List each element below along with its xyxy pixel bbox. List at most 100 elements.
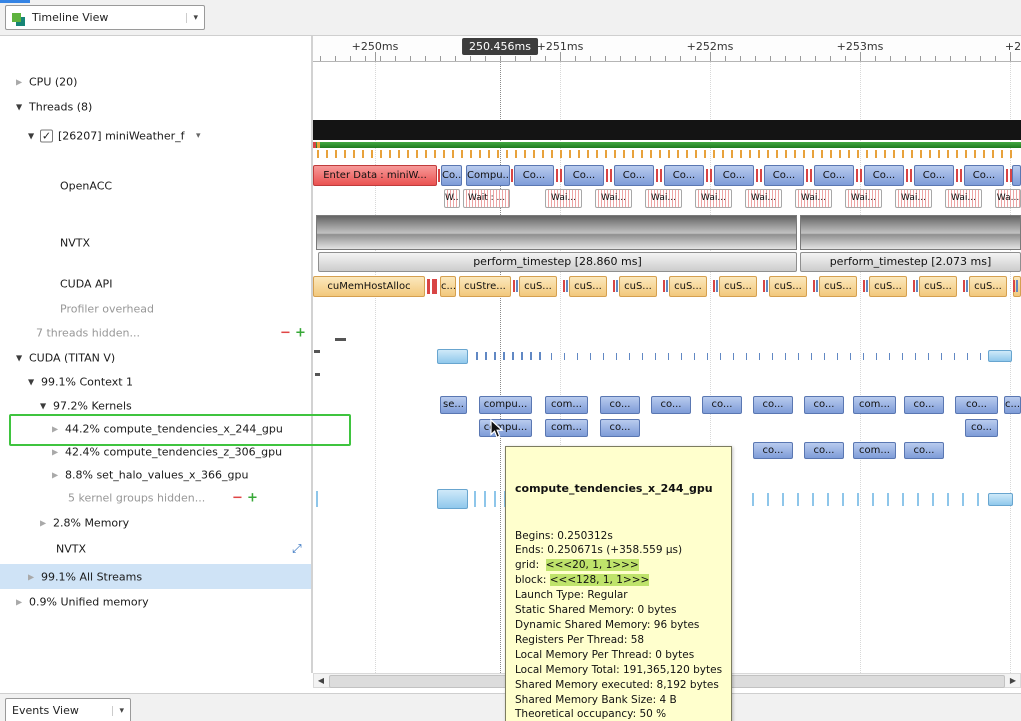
cus-bar[interactable]: cuS...	[719, 276, 757, 297]
cus-bar[interactable]: cuS...	[569, 276, 607, 297]
sidebar-item-2-8-memory[interactable]: ▶2.8% Memory	[0, 510, 313, 535]
sidebar-item-openacc[interactable]: OpenACC	[0, 158, 313, 214]
timeline-ruler[interactable]: +250ms+251ms+252ms+253ms+2250.456ms	[313, 36, 1021, 62]
twisty-expanded-icon[interactable]: ▼	[16, 103, 22, 112]
sidebar-item-5-kernel-groups-hidden[interactable]: 5 kernel groups hidden...−+	[0, 486, 313, 509]
twisty-collapsed-icon[interactable]: ▶	[16, 78, 22, 87]
com-bar[interactable]: com...	[545, 396, 588, 414]
wai-bar[interactable]: Wai...	[945, 189, 982, 208]
sidebar-item-8-8-set-halo-values-x-366-gpu[interactable]: ▶8.8% set_halo_values_x_366_gpu	[0, 463, 313, 486]
sidebar-item-26207-miniweather-f[interactable]: ▼✓[26207] miniWeather_f▾	[0, 122, 313, 150]
wai-bar[interactable]: Wai...	[645, 189, 682, 208]
cus-bar[interactable]: cuS...	[819, 276, 857, 297]
co-bar[interactable]: co...	[753, 442, 793, 459]
sidebar-item-profiler-overhead[interactable]: Profiler overhead	[0, 297, 313, 321]
view-selector-dropdown[interactable]: Timeline View ▾	[5, 5, 205, 30]
twisty-collapsed-icon[interactable]: ▶	[28, 572, 34, 581]
co-bar[interactable]: Co...	[714, 165, 754, 186]
wai-bar[interactable]: Wai...	[895, 189, 932, 208]
custre-bar[interactable]: cuStre...	[459, 276, 511, 297]
current-time-marker[interactable]: 250.456ms	[462, 38, 538, 55]
blue-mark[interactable]	[1012, 165, 1021, 186]
sidebar-item-99-1-all-streams[interactable]: ▶99.1% All Streams	[0, 564, 313, 589]
show-more-icon[interactable]: +	[247, 490, 258, 505]
scroll-left-icon[interactable]: ◀	[314, 674, 328, 687]
cus-bar[interactable]: cuS...	[619, 276, 657, 297]
twisty-expanded-icon[interactable]: ▼	[28, 378, 34, 387]
chevron-down-icon[interactable]: ▾	[112, 706, 124, 716]
co-bar[interactable]: Co...	[664, 165, 704, 186]
wai-bar[interactable]: Wai...	[545, 189, 582, 208]
sidebar-item-cuda-titan-v[interactable]: ▼CUDA (TITAN V)	[0, 346, 313, 370]
sidebar-item-cuda-api[interactable]: CUDA API	[0, 271, 313, 297]
chevron-down-icon[interactable]: ▾	[186, 13, 198, 23]
co-bar[interactable]: co...	[702, 396, 742, 414]
twisty-collapsed-icon[interactable]: ▶	[52, 447, 58, 456]
twisty-collapsed-icon[interactable]: ▶	[40, 518, 46, 527]
twisty-expanded-icon[interactable]: ▼	[28, 132, 34, 141]
co-bar[interactable]: Co...	[764, 165, 804, 186]
sidebar-item-99-1-context-1[interactable]: ▼99.1% Context 1	[0, 370, 313, 394]
wai-bar[interactable]: Wai...	[595, 189, 632, 208]
co-bar[interactable]: co...	[804, 442, 844, 459]
twisty-expanded-icon[interactable]: ▼	[40, 401, 46, 410]
com-bar[interactable]: com...	[853, 442, 896, 459]
cus-bar[interactable]: cuS...	[919, 276, 957, 297]
mem-mark[interactable]	[988, 350, 1012, 362]
co-bar[interactable]: Co...	[914, 165, 954, 186]
co-bar[interactable]: Co...	[441, 165, 462, 186]
co-bar[interactable]: co...	[904, 442, 944, 459]
com-bar[interactable]: com...	[545, 419, 588, 437]
sidebar-item-cpu-20[interactable]: ▶CPU (20)	[0, 70, 313, 94]
nvtxc-mark[interactable]	[800, 215, 1021, 250]
green-mark[interactable]	[313, 142, 1021, 148]
cus-bar[interactable]: cuS...	[669, 276, 707, 297]
com-bar[interactable]: com...	[853, 396, 896, 414]
co-bar[interactable]: co...	[600, 419, 640, 437]
scroll-right-icon[interactable]: ▶	[1006, 674, 1020, 687]
sidebar-item-7-threads-hidden[interactable]: 7 threads hidden...−+	[0, 321, 313, 345]
perform-timestep-28-860-ms-bar[interactable]: perform_timestep [28.860 ms]	[318, 252, 797, 272]
events-view-dropdown[interactable]: Events View ▾	[5, 698, 131, 721]
black-mark[interactable]	[313, 120, 1021, 140]
compu-bar[interactable]: compu...	[479, 396, 532, 414]
co-bar[interactable]: Co...	[514, 165, 554, 186]
sidebar-item-nvtx[interactable]: NVTX	[0, 214, 313, 271]
compu-bar[interactable]: Compu...	[466, 165, 510, 186]
wait-bar[interactable]: Wait : ...	[463, 189, 510, 208]
c-bar[interactable]: c...	[440, 276, 456, 297]
twisty-collapsed-icon[interactable]: ▶	[16, 597, 22, 606]
co-bar[interactable]: co...	[600, 396, 640, 414]
process-checkbox[interactable]: ✓	[40, 130, 53, 143]
wa-bar[interactable]: Wa...	[995, 189, 1021, 208]
wai-bar[interactable]: Wai...	[745, 189, 782, 208]
wai-bar[interactable]: Wai...	[845, 189, 882, 208]
perform-timestep-2-073-ms-bar[interactable]: perform_timestep [2.073 ms]	[800, 252, 1021, 272]
cus-bar[interactable]: cuS...	[519, 276, 557, 297]
w-bar[interactable]: W...	[444, 189, 460, 208]
mem-mark[interactable]	[437, 349, 468, 364]
chevron-down-icon[interactable]: ▾	[196, 131, 201, 141]
co-bar[interactable]: co...	[651, 396, 691, 414]
c-bar[interactable]: c...	[1004, 396, 1021, 414]
co-bar[interactable]: Co...	[814, 165, 854, 186]
wai-bar[interactable]: Wai...	[695, 189, 732, 208]
cumemhostalloc-bar[interactable]: cuMemHostAlloc	[313, 276, 425, 297]
sidebar-item-threads-8[interactable]: ▼Threads (8)	[0, 94, 313, 120]
cus-bar[interactable]: cuS...	[869, 276, 907, 297]
enter-data-miniw-bar[interactable]: Enter Data : miniW...	[313, 165, 437, 186]
co-bar[interactable]: Co...	[964, 165, 1004, 186]
show-fewer-icon[interactable]: −	[232, 490, 243, 505]
co-bar[interactable]: co...	[753, 396, 793, 414]
twisty-collapsed-icon[interactable]: ▶	[52, 470, 58, 479]
twisty-expanded-icon[interactable]: ▼	[16, 354, 22, 363]
co-bar[interactable]: co...	[904, 396, 944, 414]
co-bar[interactable]: co...	[965, 419, 998, 437]
co-bar[interactable]: Co...	[614, 165, 654, 186]
se-bar[interactable]: se...	[440, 396, 467, 414]
compu-bar[interactable]: compu...	[479, 419, 532, 437]
co-bar[interactable]: co...	[804, 396, 844, 414]
sidebar-item-0-9-unified-memory[interactable]: ▶0.9% Unified memory	[0, 590, 313, 613]
wai-bar[interactable]: Wai...	[795, 189, 832, 208]
expand-row-icon[interactable]: ⤢	[292, 542, 302, 557]
